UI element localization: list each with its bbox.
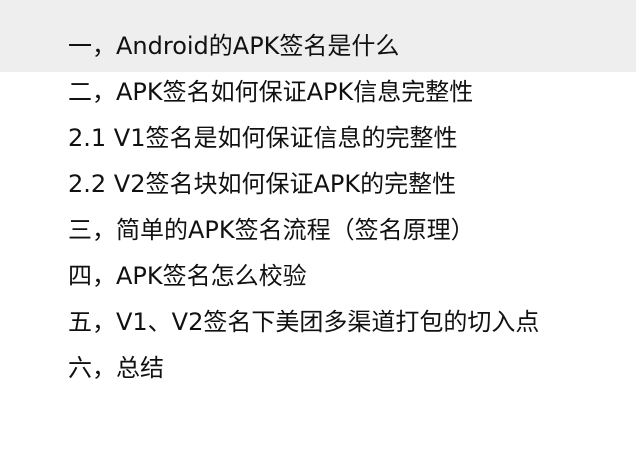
- toc-list: 一，Android的APK签名是什么 二，APK签名如何保证APK信息完整性 2…: [0, 0, 636, 394]
- table-of-contents: 一，Android的APK签名是什么 二，APK签名如何保证APK信息完整性 2…: [0, 0, 636, 474]
- toc-item-verification[interactable]: 四，APK签名怎么校验: [0, 256, 636, 302]
- toc-item-v1-integrity[interactable]: 2.1 V1签名是如何保证信息的完整性: [0, 118, 636, 164]
- toc-item-signing-flow[interactable]: 三，简单的APK签名流程（签名原理）: [0, 210, 636, 256]
- toc-item-v2-block-integrity[interactable]: 2.2 V2签名块如何保证APK的完整性: [0, 164, 636, 210]
- toc-item-apk-integrity[interactable]: 二，APK签名如何保证APK信息完整性: [0, 72, 636, 118]
- toc-item-what-is-apk-signature[interactable]: 一，Android的APK签名是什么: [0, 0, 636, 72]
- toc-item-summary[interactable]: 六，总结: [0, 348, 636, 394]
- toc-item-multichannel-packaging[interactable]: 五，V1、V2签名下美团多渠道打包的切入点: [0, 302, 636, 348]
